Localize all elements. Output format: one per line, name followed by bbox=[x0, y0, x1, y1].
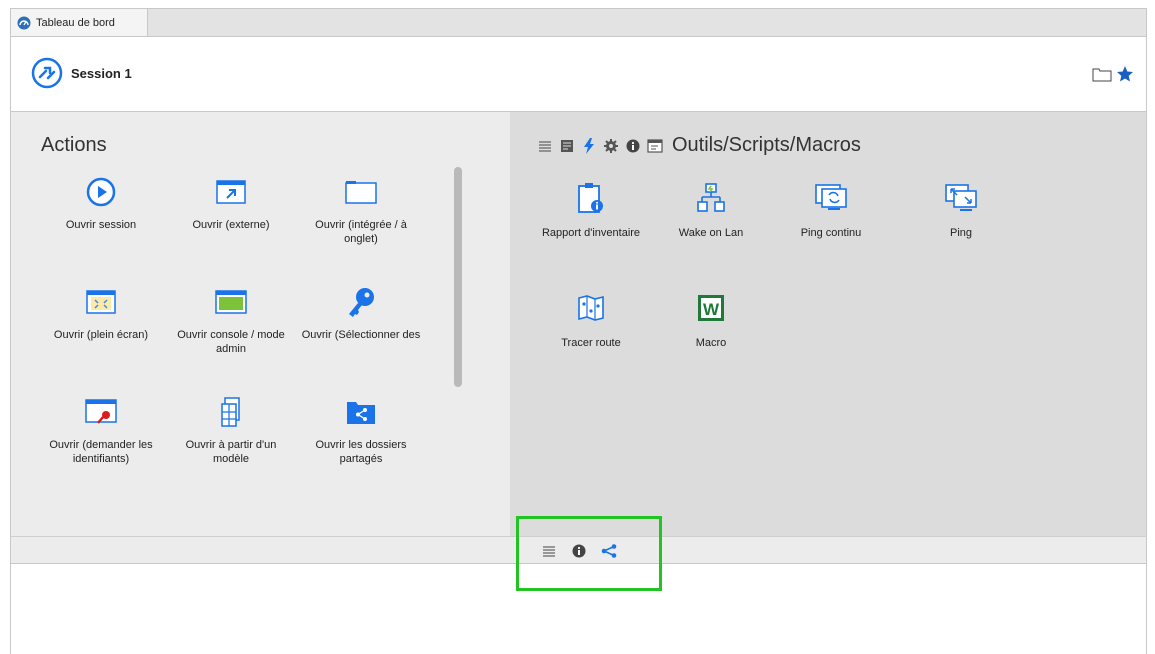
tool-inventory-report[interactable]: Rapport d'inventaire bbox=[536, 180, 646, 241]
star-icon[interactable] bbox=[1116, 65, 1134, 83]
action-label: Ouvrir (demander les identifiants) bbox=[49, 439, 153, 465]
monitor-refresh-icon bbox=[815, 184, 847, 210]
action-open-session[interactable]: Ouvrir session bbox=[41, 174, 161, 232]
actions-scrollbar[interactable] bbox=[454, 167, 462, 387]
dashboard-icon bbox=[17, 16, 31, 29]
action-label: Ouvrir session bbox=[65, 219, 137, 231]
monitor-arrows-icon bbox=[945, 184, 977, 211]
action-label: Ouvrir (Sélectionner des bbox=[301, 329, 421, 341]
tool-trace-route[interactable]: Tracer route bbox=[536, 290, 646, 351]
action-label: Ouvrir console / mode admin bbox=[177, 329, 285, 355]
shared-folder-icon bbox=[347, 402, 375, 424]
session-title: Session 1 bbox=[71, 66, 132, 81]
tool-label: Ping continu bbox=[800, 227, 862, 239]
window-tab-icon bbox=[345, 181, 377, 204]
tab-dashboard[interactable]: Tableau de bord bbox=[11, 9, 148, 36]
word-macro-icon: W bbox=[698, 295, 724, 321]
tool-macro[interactable]: W Macro bbox=[656, 290, 766, 351]
action-open-select[interactable]: Ouvrir (Sélectionner des bbox=[301, 284, 421, 342]
tools-title: Outils/Scripts/Macros bbox=[672, 134, 861, 156]
fullscreen-icon bbox=[86, 290, 116, 314]
tool-label: Rapport d'inventaire bbox=[541, 227, 641, 239]
action-open-integrated[interactable]: Ouvrir (intégrée / à onglet) bbox=[301, 174, 421, 246]
tab-bar: Tableau de bord bbox=[10, 8, 1147, 36]
window-list-icon[interactable] bbox=[644, 137, 666, 155]
tool-label: Ping bbox=[949, 227, 973, 239]
macro-letter: W bbox=[703, 300, 720, 319]
play-circle-icon bbox=[86, 177, 116, 207]
actions-grid: Ouvrir session Ouvrir (externe) Ouvrir (… bbox=[41, 174, 426, 484]
document-icon[interactable] bbox=[556, 137, 578, 155]
action-open-template[interactable]: Ouvrir à partir d'un modèle bbox=[171, 394, 291, 466]
info-icon[interactable] bbox=[622, 137, 644, 155]
map-route-icon bbox=[578, 295, 604, 321]
window-external-icon bbox=[216, 180, 246, 204]
action-label: Ouvrir (plein écran) bbox=[53, 329, 149, 341]
actions-title: Actions bbox=[41, 134, 107, 156]
tool-label: Wake on Lan bbox=[678, 227, 744, 239]
action-label: Ouvrir à partir d'un modèle bbox=[185, 439, 277, 465]
action-open-shared-folders[interactable]: Ouvrir les dossiers partagés bbox=[301, 394, 421, 466]
tool-ping[interactable]: Ping bbox=[906, 180, 1016, 241]
gear-icon[interactable] bbox=[600, 137, 622, 155]
action-label: Ouvrir (externe) bbox=[192, 219, 270, 231]
clipboard-info-icon bbox=[578, 183, 603, 213]
tab-label: Tableau de bord bbox=[36, 16, 115, 29]
folder-icon[interactable] bbox=[1092, 67, 1112, 82]
console-window-icon bbox=[215, 290, 247, 314]
remote-desktop-icon bbox=[31, 57, 63, 89]
session-header: Session 1 bbox=[10, 36, 1147, 112]
tool-label: Tracer route bbox=[561, 337, 621, 349]
lightning-icon[interactable] bbox=[578, 137, 600, 155]
action-open-console[interactable]: Ouvrir console / mode admin bbox=[171, 284, 291, 356]
action-label: Ouvrir (intégrée / à onglet) bbox=[315, 219, 407, 245]
action-label: Ouvrir les dossiers partagés bbox=[315, 439, 407, 465]
tools-panel: Outils/Scripts/Macros Rapport d'inventai… bbox=[510, 112, 1147, 536]
tools-toolbar: Outils/Scripts/Macros bbox=[534, 134, 861, 157]
highlight-box bbox=[516, 516, 662, 591]
actions-panel: Actions Ouvrir session Ouvrir (externe) bbox=[10, 112, 510, 536]
template-icon bbox=[221, 397, 240, 427]
tool-wake-on-lan[interactable]: Wake on Lan bbox=[656, 180, 766, 241]
network-icon bbox=[697, 183, 725, 212]
window-key-icon bbox=[85, 399, 117, 424]
action-open-external[interactable]: Ouvrir (externe) bbox=[171, 174, 291, 232]
action-open-credentials[interactable]: Ouvrir (demander les identifiants) bbox=[41, 394, 161, 466]
action-open-fullscreen[interactable]: Ouvrir (plein écran) bbox=[41, 284, 161, 342]
tool-ping-continuous[interactable]: Ping continu bbox=[776, 180, 886, 241]
list-icon[interactable] bbox=[534, 137, 556, 155]
key-icon bbox=[349, 288, 374, 317]
tool-label: Macro bbox=[695, 337, 727, 349]
